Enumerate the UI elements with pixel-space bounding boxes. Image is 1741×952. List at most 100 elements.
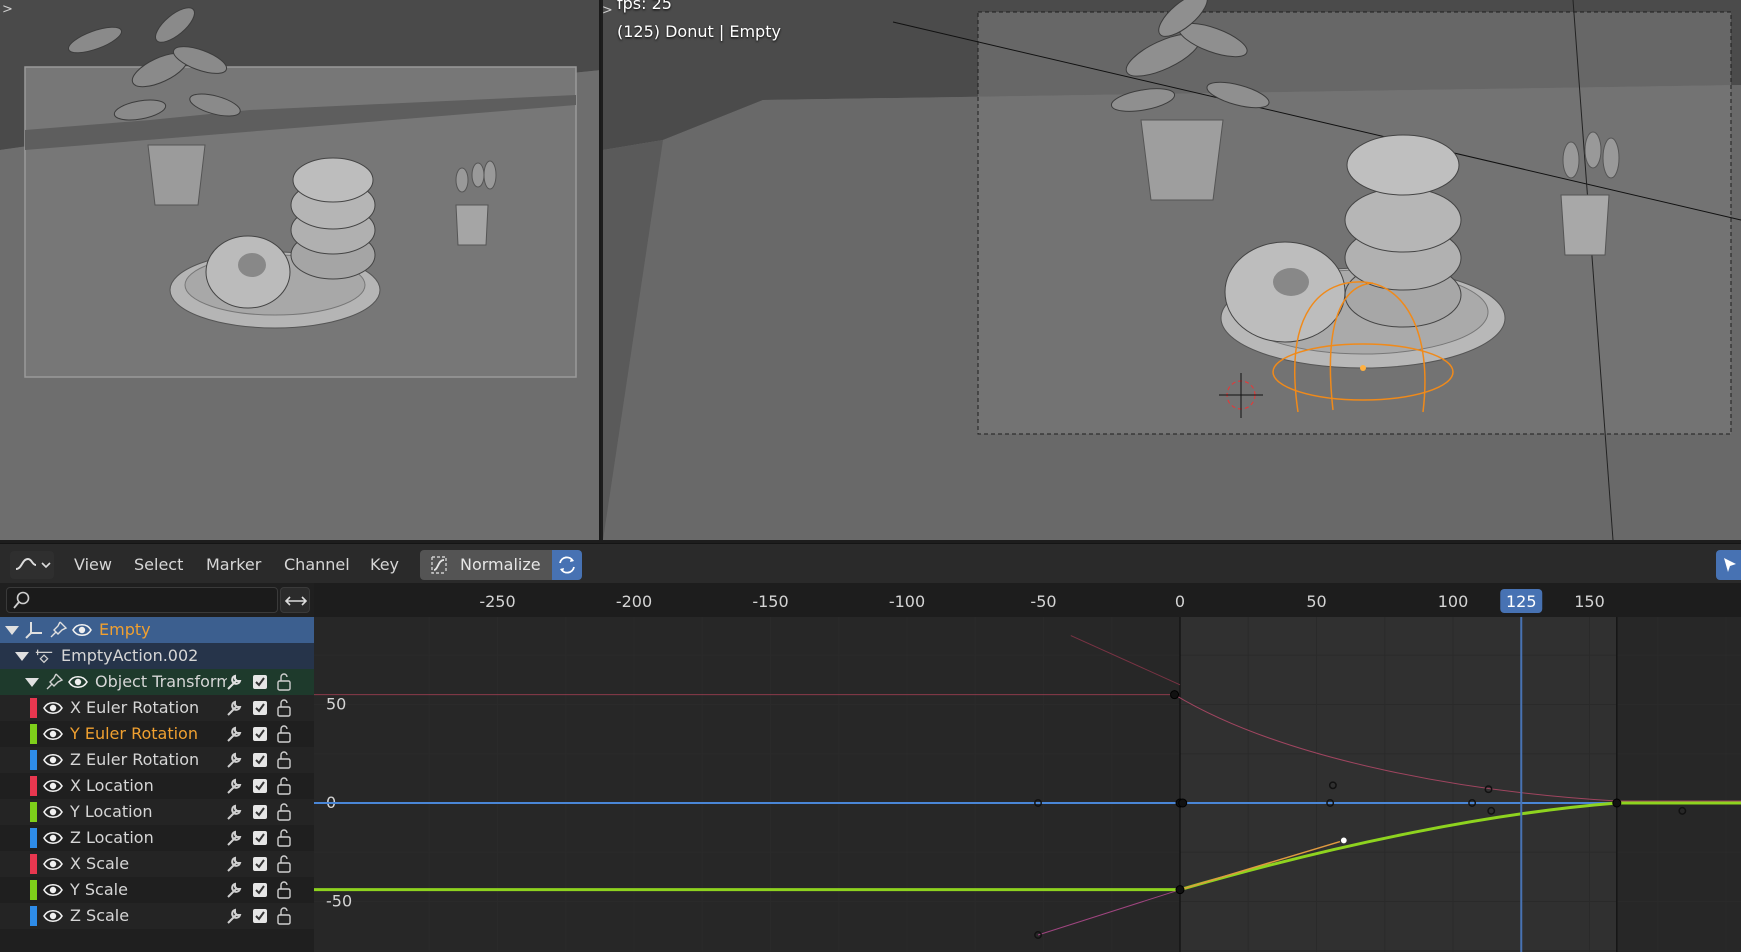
graph-area[interactable]: -250-200-150-100-50050100150500-50125 — [314, 583, 1741, 952]
fcurve-row[interactable]: Y Scale — [0, 877, 314, 903]
checkbox[interactable] — [250, 906, 270, 926]
menu-channel[interactable]: Channel — [284, 552, 350, 578]
eye-icon[interactable] — [43, 698, 63, 718]
swap-arrows-icon[interactable] — [280, 587, 310, 613]
checkbox[interactable] — [250, 672, 270, 692]
fcurve-color-swatch — [30, 776, 37, 796]
action-icon — [35, 649, 53, 664]
channel-action[interactable]: EmptyAction.002 — [0, 643, 314, 669]
normalize-toggle[interactable]: Normalize — [420, 550, 552, 580]
eye-icon[interactable] — [43, 750, 63, 770]
eye-icon[interactable] — [43, 776, 63, 796]
eye-icon[interactable] — [43, 854, 63, 874]
search-input[interactable] — [35, 590, 275, 610]
fcurve-row[interactable]: X Scale — [0, 851, 314, 877]
eye-icon[interactable] — [72, 620, 92, 640]
channel-group-transforms[interactable]: Object Transforms — [0, 669, 314, 695]
fcurve-row[interactable]: Z Euler Rotation — [0, 747, 314, 773]
expand-arrow-icon[interactable]: > — [2, 2, 13, 17]
fcurve-color-swatch — [30, 802, 37, 822]
channel-object-empty[interactable]: Empty — [0, 617, 314, 643]
pin-icon[interactable] — [48, 620, 68, 640]
checkbox[interactable] — [250, 828, 270, 848]
wrench-icon[interactable] — [224, 906, 244, 926]
wrench-icon[interactable] — [224, 776, 244, 796]
wrench-icon[interactable] — [224, 828, 244, 848]
fps-readout: fps: 25 — [617, 0, 672, 13]
search-icon — [13, 591, 30, 609]
graph-editor-header: View Select Marker Channel Key Normalize — [0, 543, 1741, 583]
fcurve-color-swatch — [30, 906, 37, 926]
collapse-triangle-icon[interactable] — [12, 646, 32, 666]
unlock-icon[interactable] — [274, 828, 294, 848]
graph-canvas[interactable]: -250-200-150-100-50050100150500-50125 — [314, 583, 1741, 952]
fcurve-row[interactable]: Z Scale — [0, 903, 314, 929]
checkbox[interactable] — [250, 776, 270, 796]
pin-icon[interactable] — [44, 672, 64, 692]
fcurve-name: Y Euler Rotation — [70, 724, 198, 743]
unlock-icon[interactable] — [274, 672, 294, 692]
unlock-icon[interactable] — [274, 854, 294, 874]
eye-icon[interactable] — [43, 880, 63, 900]
menu-key[interactable]: Key — [370, 552, 399, 578]
fcurve-color-swatch — [30, 854, 37, 874]
unlock-icon[interactable] — [274, 776, 294, 796]
fcurve-color-swatch — [30, 880, 37, 900]
editor-type-button[interactable] — [10, 551, 54, 579]
wrench-icon[interactable] — [224, 880, 244, 900]
blender-window: > > fps: 25 (125) Donut | Empty View Sel… — [0, 0, 1741, 952]
checkbox[interactable] — [250, 854, 270, 874]
wrench-icon[interactable] — [224, 854, 244, 874]
checkbox[interactable] — [250, 724, 270, 744]
frame-tick-label: -200 — [616, 592, 652, 611]
camera-view-render — [0, 0, 599, 540]
checkbox[interactable] — [250, 880, 270, 900]
unlock-icon[interactable] — [274, 724, 294, 744]
fcurve-row[interactable]: X Location — [0, 773, 314, 799]
select-tool-button[interactable] — [1716, 550, 1741, 580]
collapse-triangle-icon[interactable] — [22, 672, 42, 692]
eye-icon[interactable] — [43, 724, 63, 744]
wrench-icon[interactable] — [224, 698, 244, 718]
channel-search-field[interactable] — [6, 587, 278, 613]
auto-normalize-toggle[interactable] — [552, 550, 582, 580]
menu-view[interactable]: View — [74, 552, 112, 578]
menu-marker[interactable]: Marker — [206, 552, 261, 578]
unlock-icon[interactable] — [274, 698, 294, 718]
keyframe-point — [1175, 885, 1185, 895]
3d-viewport[interactable]: <> fps: 25 (125) Donut | Empty — [603, 0, 1741, 540]
fcurve-row[interactable]: Z Location — [0, 825, 314, 851]
unlock-icon[interactable] — [274, 880, 294, 900]
wrench-icon[interactable] — [224, 724, 244, 744]
eye-icon[interactable] — [68, 672, 88, 692]
current-frame-label: 125 — [1506, 592, 1537, 611]
fcurve-row[interactable]: X Euler Rotation — [0, 695, 314, 721]
fcurve-row[interactable]: Y Euler Rotation — [0, 721, 314, 747]
fcurve-color-swatch — [30, 724, 37, 744]
unlock-icon[interactable] — [274, 750, 294, 770]
unlock-icon[interactable] — [274, 906, 294, 926]
eye-icon[interactable] — [43, 828, 63, 848]
fcurve-name: X Location — [70, 776, 154, 795]
wrench-icon[interactable] — [224, 672, 244, 692]
normalize-icon — [431, 556, 447, 574]
checkbox[interactable] — [250, 802, 270, 822]
fcurve-name: X Scale — [70, 854, 130, 873]
selected-handle-point — [1339, 836, 1348, 845]
wrench-icon[interactable] — [224, 802, 244, 822]
eye-icon[interactable] — [43, 802, 63, 822]
fcurve-row[interactable]: Y Location — [0, 799, 314, 825]
checkbox[interactable] — [250, 698, 270, 718]
fcurve-name: Z Euler Rotation — [70, 750, 200, 769]
fcurve-name: Y Scale — [70, 880, 128, 899]
keyframe-point — [1612, 798, 1622, 808]
cursor-arrow-icon — [1724, 558, 1736, 572]
checkbox[interactable] — [250, 750, 270, 770]
area-split-arrows-icon[interactable]: <> — [603, 3, 613, 18]
unlock-icon[interactable] — [274, 802, 294, 822]
collapse-triangle-icon[interactable] — [2, 620, 22, 640]
camera-viewport[interactable]: > — [0, 0, 601, 540]
menu-select[interactable]: Select — [134, 552, 183, 578]
eye-icon[interactable] — [43, 906, 63, 926]
wrench-icon[interactable] — [224, 750, 244, 770]
